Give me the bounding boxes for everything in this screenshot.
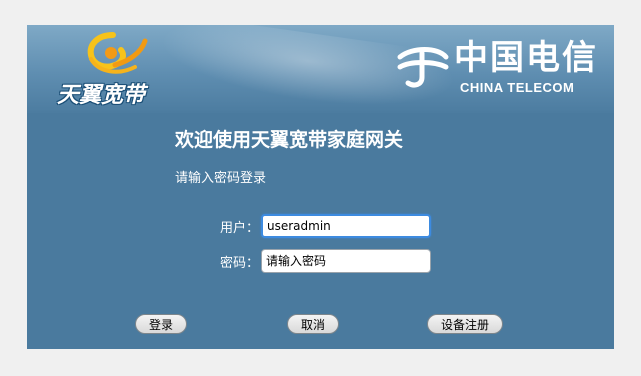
device-register-button[interactable]: 设备注册 [427, 314, 503, 334]
user-row: 用户： [27, 214, 614, 238]
china-telecom-cn-text: 中国电信 [454, 38, 598, 78]
user-label: 用户： [219, 221, 259, 236]
page-title: 欢迎使用天翼宽带家庭网关 [175, 129, 404, 151]
page-subtitle: 请输入密码登录 [175, 171, 267, 186]
login-button[interactable]: 登录 [135, 314, 187, 334]
china-telecom-logo: 中国电信 CHINA TELECOM [392, 39, 602, 99]
login-panel: 天翼宽带 中国电信 CHINA TELECOM 欢迎使用天翼宽带家庭网关 请输入… [27, 25, 614, 349]
password-input[interactable] [261, 249, 431, 273]
cancel-button[interactable]: 取消 [287, 314, 339, 334]
tianyi-logo: 天翼宽带 [57, 29, 177, 109]
header-banner: 天翼宽带 中国电信 CHINA TELECOM [27, 25, 614, 125]
user-input[interactable] [261, 214, 431, 238]
china-telecom-emblem-icon [397, 47, 449, 88]
password-row: 密码： [27, 249, 614, 273]
password-label: 密码： [219, 256, 259, 271]
tianyi-swirl-icon [87, 32, 148, 74]
tianyi-brand-text: 天翼宽带 [57, 82, 146, 108]
china-telecom-en-text: CHINA TELECOM [460, 80, 575, 95]
